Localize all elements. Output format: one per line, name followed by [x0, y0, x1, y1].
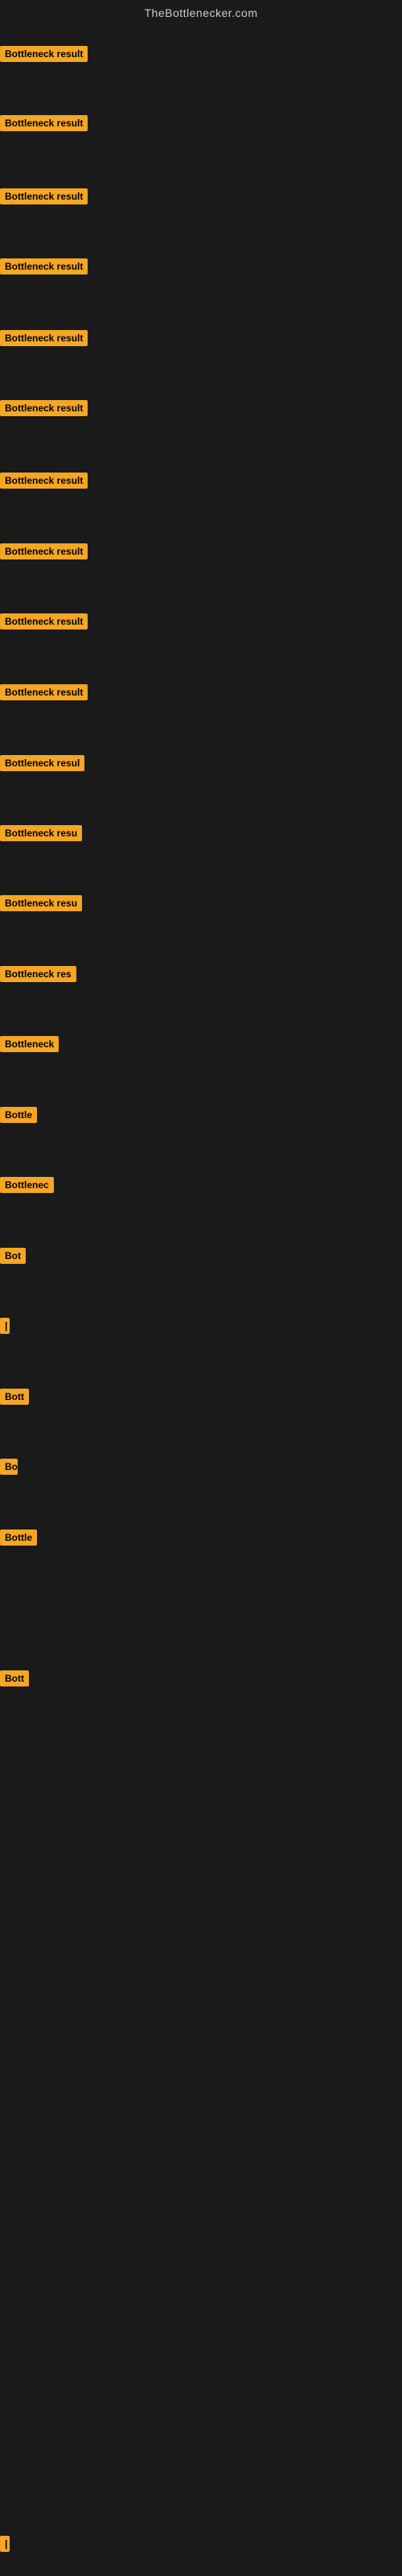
bottleneck-badge: |	[0, 2536, 10, 2552]
bottleneck-badge: |	[0, 1318, 10, 1334]
bottleneck-row: Bottleneck resu	[0, 825, 82, 841]
bottleneck-row: Bottleneck result	[0, 188, 88, 204]
bottleneck-row: Bottleneck resul	[0, 755, 84, 771]
bottleneck-row: Bott	[0, 1389, 29, 1405]
bottleneck-badge: Bottleneck result	[0, 400, 88, 416]
bottleneck-row: Bottleneck result	[0, 330, 88, 346]
bottleneck-row: Bo	[0, 1459, 18, 1475]
bottleneck-badge: Bottleneck resu	[0, 825, 82, 841]
bottleneck-row: Bott	[0, 1670, 29, 1686]
bottleneck-badge: Bot	[0, 1248, 26, 1264]
bottleneck-badge: Bottleneck resul	[0, 755, 84, 771]
bottleneck-badge: Bottleneck	[0, 1036, 59, 1052]
bottleneck-badge: Bottle	[0, 1107, 37, 1123]
bottleneck-row: Bottleneck	[0, 1036, 59, 1052]
bottleneck-badge: Bottleneck result	[0, 188, 88, 204]
bottleneck-row: Bottlenec	[0, 1177, 54, 1193]
bottleneck-row: Bottle	[0, 1107, 37, 1123]
bottleneck-badge: Bottleneck result	[0, 258, 88, 275]
bottleneck-badge: Bottleneck result	[0, 613, 88, 630]
bottleneck-row: Bottleneck result	[0, 46, 88, 62]
bottleneck-badge: Bottleneck result	[0, 115, 88, 131]
bottleneck-badge: Bottleneck res	[0, 966, 76, 982]
bottleneck-row: |	[0, 1318, 10, 1334]
bottleneck-row: Bottleneck result	[0, 400, 88, 416]
bottleneck-badge: Bottleneck result	[0, 46, 88, 62]
bottleneck-badge: Bottleneck result	[0, 543, 88, 559]
bottleneck-row: Bottleneck result	[0, 684, 88, 700]
bottleneck-row: Bottle	[0, 1530, 37, 1546]
bottleneck-badge: Bott	[0, 1389, 29, 1405]
bottleneck-badge: Bottleneck result	[0, 684, 88, 700]
bottleneck-row: Bottleneck result	[0, 115, 88, 131]
bottleneck-badge: Bottleneck result	[0, 473, 88, 489]
bottleneck-badge: Bottleneck result	[0, 330, 88, 346]
bottleneck-badge: Bottleneck resu	[0, 895, 82, 911]
bottleneck-badge: Bott	[0, 1670, 29, 1686]
bottleneck-row: Bottleneck result	[0, 543, 88, 559]
bottleneck-row: Bottleneck res	[0, 966, 76, 982]
bottleneck-row: |	[0, 2536, 10, 2552]
bottleneck-row: Bottleneck result	[0, 473, 88, 489]
bottleneck-row: Bottleneck result	[0, 258, 88, 275]
bottleneck-row: Bottleneck result	[0, 613, 88, 630]
bottleneck-row: Bottleneck resu	[0, 895, 82, 911]
bottleneck-badge: Bo	[0, 1459, 18, 1475]
bottleneck-row: Bot	[0, 1248, 26, 1264]
bottleneck-badge: Bottlenec	[0, 1177, 54, 1193]
bottleneck-badge: Bottle	[0, 1530, 37, 1546]
site-title: TheBottlenecker.com	[0, 0, 402, 26]
